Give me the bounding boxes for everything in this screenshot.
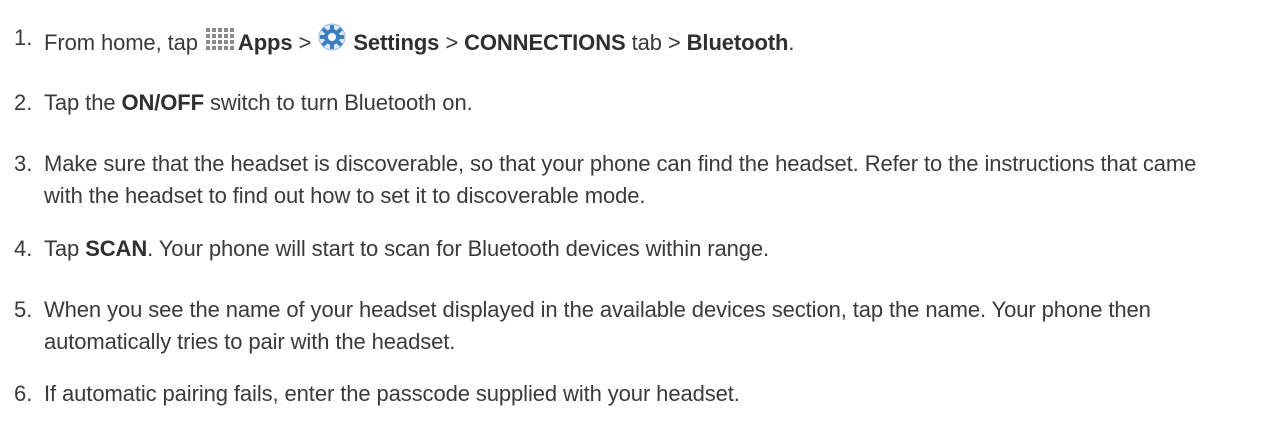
step-number: 5.	[14, 297, 33, 322]
step-number: 1.	[14, 25, 33, 50]
step-number: 2.	[14, 90, 33, 115]
apps-grid-icon	[204, 26, 238, 61]
settings-gear-icon	[317, 22, 347, 61]
connections-label: CONNECTIONS	[464, 30, 626, 55]
step-text: When you see the name of your headset di…	[44, 297, 1151, 354]
step-number: 3.	[14, 151, 33, 176]
scan-label: SCAN	[85, 236, 148, 261]
step-text: If automatic pairing fails, enter the pa…	[44, 381, 740, 406]
apps-label: Apps	[237, 30, 293, 55]
step-text: Tap the ON/OFF switch to turn Bluetooth …	[44, 90, 473, 115]
step-text: Tap SCAN. Your phone will start to scan …	[44, 236, 770, 261]
on-off-label: ON/OFF	[121, 90, 204, 115]
step-text: Make sure that the headset is discoverab…	[44, 151, 1197, 208]
step-number: 6.	[14, 381, 33, 406]
settings-label: Settings	[353, 30, 440, 55]
bluetooth-label: Bluetooth	[686, 30, 789, 55]
step-text: From home, tap Apps > Settings > CONNECT…	[44, 22, 1234, 61]
step-number: 4.	[14, 236, 33, 261]
